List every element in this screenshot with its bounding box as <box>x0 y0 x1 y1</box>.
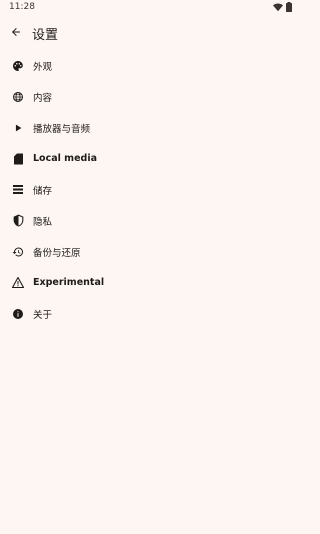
menu-item-experimental[interactable]: Experimental <box>0 267 300 298</box>
menu-item-label: 备份与还原 <box>33 247 81 259</box>
menu-item-label: 外观 <box>33 61 53 73</box>
menu-item-backup-restore[interactable]: 备份与还原 <box>0 236 300 267</box>
menu-item-label: 内容 <box>33 92 53 104</box>
page-title: 设置 <box>32 28 59 43</box>
shield-icon <box>11 214 25 228</box>
wifi-icon <box>273 3 283 12</box>
menu-item-appearance[interactable]: 外观 <box>0 50 300 81</box>
restore-history-icon <box>11 245 25 259</box>
status-icons <box>273 2 292 12</box>
battery-icon <box>286 2 292 12</box>
menu-item-about[interactable]: 关于 <box>0 298 300 329</box>
menu-item-label: 关于 <box>33 309 53 321</box>
menu-item-label: 储存 <box>33 185 53 197</box>
palette-icon <box>11 59 25 73</box>
info-icon <box>11 307 25 321</box>
play-icon <box>11 121 25 135</box>
menu-item-label: 播放器与音频 <box>33 123 91 135</box>
menu-item-storage[interactable]: 储存 <box>0 174 300 205</box>
settings-menu: 外观 内容 播放器与音频 Local media 储存 隐私 备份与还原 Exp… <box>0 50 300 329</box>
menu-item-label: 隐私 <box>33 216 53 228</box>
storage-list-icon <box>11 183 25 197</box>
back-button[interactable] <box>5 21 27 43</box>
menu-item-player-audio[interactable]: 播放器与音频 <box>0 112 300 143</box>
sd-card-icon <box>11 152 25 166</box>
menu-item-content[interactable]: 内容 <box>0 81 300 112</box>
app-bar: 设置 <box>0 18 300 46</box>
menu-item-label: Local media <box>33 153 97 164</box>
status-time: 11:28 <box>9 2 35 12</box>
menu-item-label: Experimental <box>33 277 105 288</box>
arrow-back-icon <box>10 23 22 42</box>
globe-icon <box>11 90 25 104</box>
status-bar: 11:28 <box>0 0 300 14</box>
menu-item-privacy[interactable]: 隐私 <box>0 205 300 236</box>
warning-triangle-icon <box>11 276 25 290</box>
menu-item-local-media[interactable]: Local media <box>0 143 300 174</box>
